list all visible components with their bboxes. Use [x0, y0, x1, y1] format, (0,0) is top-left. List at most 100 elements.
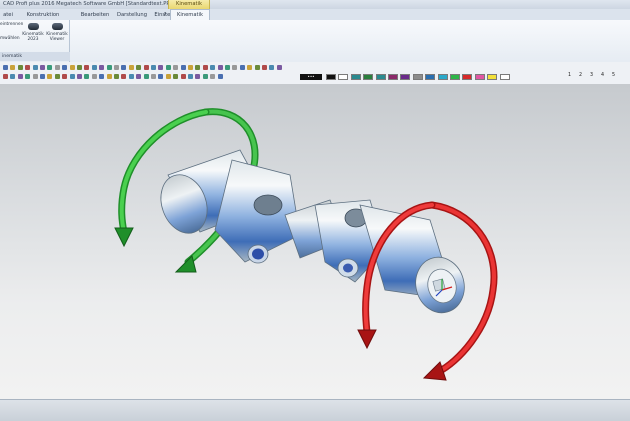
toolbar-tool-button[interactable] [84, 74, 90, 79]
color-swatch[interactable] [437, 74, 448, 80]
tab-help[interactable]: ? [160, 10, 170, 20]
toolbar-tool-button[interactable] [276, 65, 282, 70]
toolbar-tool-button[interactable] [158, 65, 164, 70]
tab-darstellung[interactable]: Darstellung [112, 10, 152, 20]
model-canvas[interactable] [0, 84, 630, 399]
toolbar-tool-button[interactable] [10, 74, 16, 79]
toolbar-tool-button[interactable] [217, 65, 223, 70]
toolbar-tool-button[interactable] [25, 74, 31, 79]
color-swatch[interactable] [499, 74, 510, 80]
toolbar-tool-button[interactable] [77, 65, 82, 70]
3d-viewport[interactable] [0, 84, 630, 399]
toolbar-tool-button[interactable] [188, 65, 193, 70]
toolbar-tool-button[interactable] [40, 74, 45, 79]
toolbar-tool-button[interactable] [3, 74, 8, 79]
toolbar-tool-button[interactable] [54, 65, 60, 70]
toolbar-tool-button[interactable] [62, 74, 68, 79]
toolbar-tool-button[interactable] [143, 74, 149, 79]
toolbar-tool-button[interactable] [151, 74, 156, 79]
ribbon-cut-button[interactable]: eintrennen [0, 22, 24, 27]
toolbar-tool-button[interactable] [151, 65, 156, 70]
color-swatch[interactable] [388, 74, 398, 80]
toolbar-tool-button[interactable] [40, 65, 45, 70]
context-tab-header[interactable]: Kinematik [168, 0, 210, 9]
toolbar-tool-button[interactable] [210, 74, 216, 79]
toolbar-tool-button[interactable] [121, 74, 127, 79]
color-swatch[interactable] [425, 74, 436, 80]
color-swatch[interactable] [326, 74, 336, 80]
toolbar-tool-button[interactable] [195, 65, 201, 70]
toolbar-tool-button[interactable] [69, 65, 75, 70]
toolbar-tool-button[interactable] [32, 65, 38, 70]
color-swatch[interactable] [350, 74, 361, 80]
toolbar-tool-button[interactable] [99, 74, 105, 79]
layer-number-button[interactable]: 2 [579, 73, 582, 78]
toolbar-tool-button[interactable] [165, 74, 171, 79]
color-swatch[interactable] [412, 74, 423, 80]
universal-joint-model[interactable] [153, 149, 470, 318]
ribbon-kinematik-viewer-button[interactable]: Kinematik Viewer [46, 23, 68, 42]
toolbar-tool-button[interactable] [114, 74, 119, 79]
toolbar-tool-button[interactable] [232, 65, 238, 70]
color-swatch[interactable] [450, 74, 460, 80]
toolbar-tool-button[interactable] [180, 74, 186, 79]
toolbar-tool-button[interactable] [91, 65, 97, 70]
toolbar-tool-button[interactable] [106, 65, 112, 70]
toolbar-tool-button[interactable] [254, 65, 260, 70]
toolbar-tool-button[interactable] [128, 74, 134, 79]
layer-number-button[interactable]: 1 [568, 73, 571, 78]
toolbar-tool-button[interactable] [47, 74, 53, 79]
layer-number-button[interactable]: 4 [601, 73, 604, 78]
toolbar-tool-button[interactable] [202, 74, 208, 79]
tab-konstruktion[interactable]: Konstruktion [22, 10, 64, 20]
toolbar-tool-button[interactable] [121, 65, 127, 70]
toolbar-tool-button[interactable] [262, 65, 267, 70]
toolbar-tool-button[interactable] [114, 65, 119, 70]
ribbon-select-button[interactable]: mwählen [0, 36, 24, 41]
color-swatch[interactable] [487, 74, 498, 80]
toolbar-tool-button[interactable] [202, 65, 208, 70]
ribbon-kinematik-2023-button[interactable]: Kinematik 2023 [22, 23, 44, 42]
toolbar-tool-button[interactable] [106, 74, 112, 79]
color-swatch[interactable] [474, 74, 485, 80]
toolbar-tool-button[interactable] [173, 65, 179, 70]
toolbar-tool-button[interactable] [173, 74, 179, 79]
toolbar-tool-button[interactable] [269, 65, 275, 70]
toolbar-tool-button[interactable] [25, 65, 31, 70]
layer-number-button[interactable]: 3 [590, 73, 593, 78]
toolbar-tool-button[interactable] [143, 65, 149, 70]
toolbar-tool-button[interactable] [136, 65, 142, 70]
color-swatch[interactable] [400, 74, 411, 80]
toolbar-tool-button[interactable] [195, 74, 201, 79]
toolbar-tool-button[interactable] [136, 74, 142, 79]
color-swatch[interactable] [363, 74, 374, 80]
toolbar-tool-button[interactable] [47, 65, 53, 70]
toolbar-tool-button[interactable] [158, 74, 164, 79]
toolbar-tool-button[interactable] [10, 65, 16, 70]
toolbar-tool-button[interactable] [54, 74, 60, 79]
line-style-box[interactable]: ••• [300, 74, 322, 80]
toolbar-tool-button[interactable] [69, 74, 75, 79]
toolbar-tool-button[interactable] [239, 65, 245, 70]
tab-bearbeiten[interactable]: Bearbeiten [78, 10, 112, 20]
toolbar-tool-button[interactable] [188, 74, 193, 79]
toolbar-tool-button[interactable] [99, 65, 105, 70]
toolbar-tool-button[interactable] [17, 74, 23, 79]
toolbar-tool-button[interactable] [210, 65, 216, 70]
color-swatch[interactable] [375, 74, 386, 80]
toolbar-tool-button[interactable] [247, 65, 253, 70]
tab-datei[interactable]: atei [0, 10, 16, 20]
layer-number-button[interactable]: 5 [612, 73, 615, 78]
toolbar-tool-button[interactable] [3, 65, 8, 70]
toolbar-tool-button[interactable] [62, 65, 68, 70]
toolbar-tool-button[interactable] [32, 74, 38, 79]
color-swatch[interactable] [462, 74, 473, 80]
toolbar-tool-button[interactable] [128, 65, 134, 70]
color-swatch[interactable] [338, 74, 349, 80]
toolbar-tool-button[interactable] [225, 65, 230, 70]
toolbar-tool-button[interactable] [165, 65, 171, 70]
toolbar-tool-button[interactable] [91, 74, 97, 79]
toolbar-tool-button[interactable] [180, 65, 186, 70]
toolbar-tool-button[interactable] [17, 65, 23, 70]
toolbar-tool-button[interactable] [217, 74, 223, 79]
